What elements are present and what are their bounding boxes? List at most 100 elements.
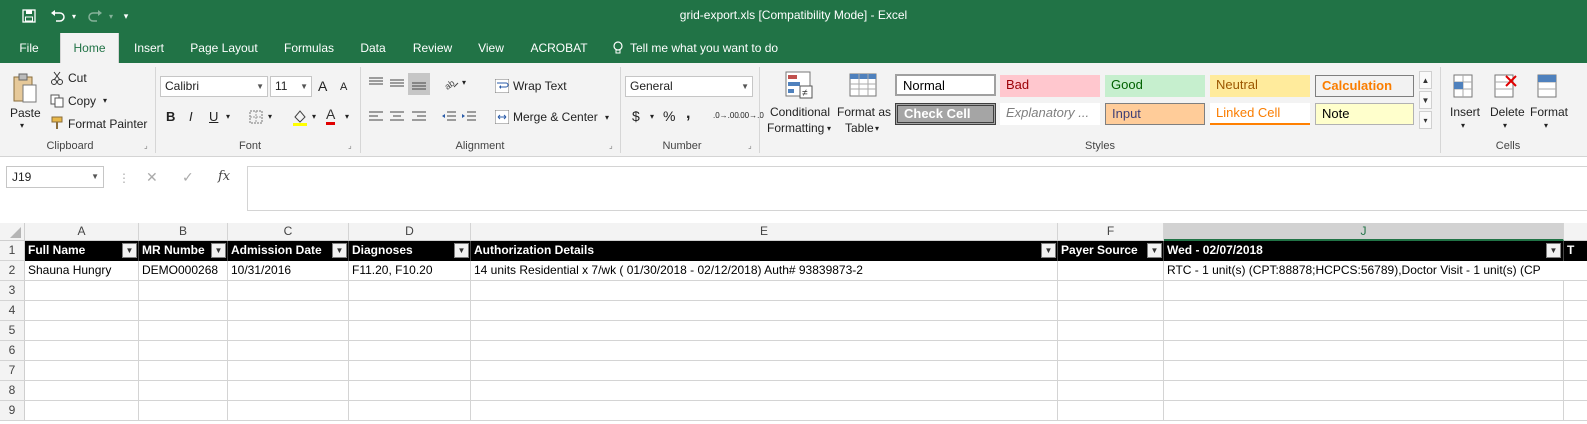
- format-as-table-label-2[interactable]: Table: [845, 121, 874, 135]
- formula-input[interactable]: [247, 166, 1587, 211]
- column-header-a[interactable]: A: [25, 223, 139, 241]
- copy-dropdown-icon[interactable]: ▾: [103, 96, 107, 105]
- gallery-scroll-down-icon[interactable]: ▼: [1419, 91, 1432, 109]
- cell-e2[interactable]: 14 units Residential x 7/wk ( 01/30/2018…: [471, 261, 1058, 281]
- row-header-8[interactable]: 8: [0, 381, 25, 401]
- style-linked-cell[interactable]: Linked Cell: [1210, 103, 1310, 125]
- align-top-icon[interactable]: [368, 75, 384, 91]
- empty-cell[interactable]: [25, 281, 139, 301]
- empty-cell[interactable]: [228, 381, 349, 401]
- empty-cell[interactable]: [1058, 321, 1164, 341]
- header-cell-admission-date[interactable]: Admission Date: [228, 241, 349, 261]
- empty-cell[interactable]: [349, 381, 471, 401]
- tab-home[interactable]: Home: [60, 33, 119, 63]
- row-header-5[interactable]: 5: [0, 321, 25, 341]
- style-bad[interactable]: Bad: [1000, 75, 1100, 97]
- tell-me-search[interactable]: Tell me what you want to do: [630, 33, 786, 63]
- conditional-formatting-label-2[interactable]: Formatting: [767, 121, 824, 135]
- filter-dropdown-icon[interactable]: ▼: [454, 243, 469, 258]
- chevron-down-icon[interactable]: ▼: [300, 77, 308, 96]
- underline-dropdown-icon[interactable]: ▾: [226, 112, 230, 121]
- empty-cell[interactable]: [1564, 281, 1587, 301]
- insert-dropdown-icon[interactable]: ▾: [1461, 121, 1465, 130]
- wrap-text-button[interactable]: Wrap Text: [513, 79, 567, 93]
- enter-icon[interactable]: ✓: [182, 169, 194, 186]
- clipboard-launcher-icon[interactable]: ⌟: [144, 141, 148, 150]
- worksheet-grid[interactable]: A B C D E F J 1 2 3 4 5 6 7 8 9 Full Nam…: [0, 223, 1587, 424]
- font-color-dropdown-icon[interactable]: ▾: [345, 112, 349, 121]
- column-header-next[interactable]: [1564, 223, 1587, 241]
- italic-button[interactable]: I: [189, 109, 193, 124]
- grow-font-button[interactable]: A: [318, 78, 327, 94]
- filter-dropdown-icon[interactable]: ▼: [1546, 243, 1561, 258]
- empty-cell[interactable]: [25, 361, 139, 381]
- filter-dropdown-icon[interactable]: ▼: [211, 243, 226, 258]
- style-note[interactable]: Note: [1315, 103, 1414, 125]
- empty-cell[interactable]: [228, 321, 349, 341]
- underline-button[interactable]: U: [209, 109, 218, 124]
- fill-color-icon[interactable]: [291, 108, 309, 126]
- style-check-cell[interactable]: Check Cell: [895, 103, 996, 125]
- column-header-c[interactable]: C: [228, 223, 349, 241]
- empty-cell[interactable]: [349, 301, 471, 321]
- font-color-button[interactable]: A: [326, 107, 336, 125]
- copy-button[interactable]: Copy: [68, 94, 96, 108]
- delete-cells-icon[interactable]: [1491, 71, 1519, 101]
- empty-cell[interactable]: [471, 281, 1058, 301]
- row-header-4[interactable]: 4: [0, 301, 25, 321]
- style-input[interactable]: Input: [1105, 103, 1205, 125]
- empty-cell[interactable]: [1564, 321, 1587, 341]
- font-launcher-icon[interactable]: ⌟: [348, 141, 352, 150]
- empty-cell[interactable]: [228, 301, 349, 321]
- empty-cell[interactable]: [139, 361, 228, 381]
- empty-cell[interactable]: [1164, 321, 1564, 341]
- currency-dropdown-icon[interactable]: ▾: [650, 112, 654, 121]
- header-cell-next[interactable]: T: [1564, 241, 1587, 261]
- empty-cell[interactable]: [471, 361, 1058, 381]
- gallery-more-icon[interactable]: ▾: [1419, 111, 1432, 129]
- align-left-icon[interactable]: [368, 109, 384, 125]
- tab-page-layout[interactable]: Page Layout: [183, 33, 265, 63]
- delete-dropdown-icon[interactable]: ▾: [1503, 121, 1507, 130]
- cell-c2[interactable]: 10/31/2016: [228, 261, 349, 281]
- row-header-2[interactable]: 2: [0, 261, 25, 281]
- merge-center-button[interactable]: Merge & Center: [513, 110, 598, 124]
- row-header-7[interactable]: 7: [0, 361, 25, 381]
- empty-cell[interactable]: [139, 301, 228, 321]
- empty-cell[interactable]: [139, 341, 228, 361]
- empty-cell[interactable]: [1164, 381, 1564, 401]
- filter-dropdown-icon[interactable]: ▼: [1147, 243, 1162, 258]
- format-as-table-dropdown-icon[interactable]: ▾: [875, 124, 879, 133]
- empty-cell[interactable]: [471, 301, 1058, 321]
- select-all-corner[interactable]: [0, 223, 25, 241]
- empty-cell[interactable]: [471, 381, 1058, 401]
- row-header-6[interactable]: 6: [0, 341, 25, 361]
- gallery-scroll-up-icon[interactable]: ▲: [1419, 71, 1432, 89]
- orientation-icon[interactable]: ab: [441, 75, 461, 91]
- style-good[interactable]: Good: [1105, 75, 1205, 97]
- cell-j2[interactable]: RTC - 1 unit(s) (CPT:88878;HCPCS:56789),…: [1164, 261, 1587, 281]
- format-as-table-label-1[interactable]: Format as: [837, 105, 891, 119]
- insert-cells-button[interactable]: Insert: [1450, 105, 1480, 119]
- font-name-combo[interactable]: Calibri ▼: [160, 76, 268, 97]
- empty-cell[interactable]: [25, 321, 139, 341]
- currency-button[interactable]: $: [632, 108, 640, 124]
- empty-cell[interactable]: [228, 401, 349, 421]
- empty-cell[interactable]: [349, 401, 471, 421]
- merge-dropdown-icon[interactable]: ▾: [605, 113, 609, 122]
- cancel-icon[interactable]: ✕: [146, 169, 158, 186]
- tab-view[interactable]: View: [470, 33, 512, 63]
- paste-icon[interactable]: [10, 71, 40, 105]
- column-header-e[interactable]: E: [471, 223, 1058, 241]
- format-cells-button[interactable]: Format: [1530, 105, 1568, 119]
- copy-icon[interactable]: [50, 94, 64, 108]
- fill-color-dropdown-icon[interactable]: ▾: [312, 112, 316, 121]
- empty-cell[interactable]: [1564, 301, 1587, 321]
- cut-button[interactable]: Cut: [68, 71, 87, 85]
- empty-cell[interactable]: [1164, 341, 1564, 361]
- empty-cell[interactable]: [1164, 361, 1564, 381]
- style-calculation[interactable]: Calculation: [1315, 75, 1414, 97]
- empty-cell[interactable]: [25, 381, 139, 401]
- empty-cell[interactable]: [1058, 341, 1164, 361]
- shrink-font-button[interactable]: A: [340, 81, 347, 93]
